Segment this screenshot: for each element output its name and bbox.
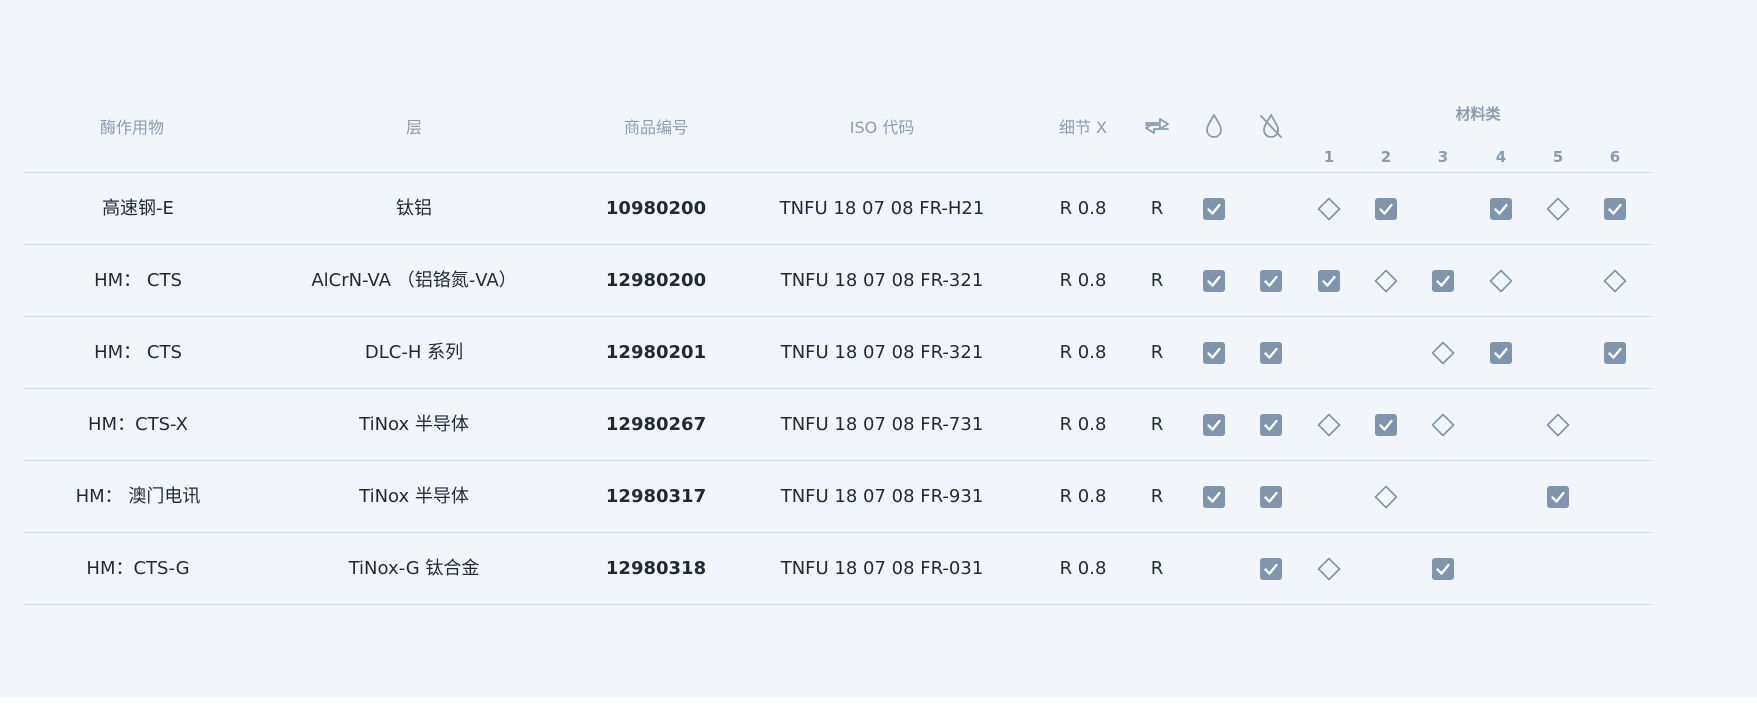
material-class-3-checked-icon	[1431, 269, 1455, 293]
table-row: HM： 澳门电讯 TiNox 半导体 12980317 TNFU 18 07 08 F…	[24, 461, 1652, 533]
material-class-4-diamond-icon	[1489, 269, 1513, 293]
tool-table: 酶作用物 层 商品编号 ISO 代码 细节 X 材料类 1 2 3 4 5 6 …	[24, 90, 1652, 605]
bottom-band	[0, 697, 1757, 706]
cell-detail: R 0.8	[1059, 486, 1107, 507]
header-detail: 细节 X	[1058, 118, 1108, 137]
cell-iso-code: TNFU 18 07 08 FR-031	[780, 558, 984, 579]
cell-workpiece: HM： CTS	[94, 342, 182, 363]
cell-detail: R 0.8	[1059, 342, 1107, 363]
header-iso: ISO 代码	[849, 118, 915, 137]
header-article: 商品编号	[623, 118, 689, 137]
cell-direction: R	[1150, 558, 1164, 579]
material-class-3: 3	[1437, 148, 1449, 166]
table-body: 高速钢-E 钛铝 10980200 TNFU 18 07 08 FR-H21 R 0.8…	[24, 173, 1652, 605]
cell-detail: R 0.8	[1059, 198, 1107, 219]
cell-article: 10980200	[605, 198, 707, 219]
material-class-1-diamond-icon	[1317, 557, 1341, 581]
material-class-5: 5	[1552, 148, 1564, 166]
cell-layer: TiNox 半导体	[359, 486, 469, 507]
no-coolant-checked-icon	[1259, 413, 1283, 437]
water-drop-icon	[1200, 112, 1228, 140]
coolant-checked-icon	[1202, 197, 1226, 221]
material-class-5-diamond-icon	[1546, 197, 1570, 221]
cell-direction: R	[1150, 198, 1164, 219]
no-coolant-checked-icon	[1259, 341, 1283, 365]
material-class-2: 2	[1380, 148, 1392, 166]
material-class-6-diamond-icon	[1603, 269, 1627, 293]
cell-iso-code: TNFU 18 07 08 FR-931	[780, 486, 984, 507]
header-workpiece: 酶作用物	[99, 118, 165, 137]
material-class-6: 6	[1609, 148, 1621, 166]
cell-iso-code: TNFU 18 07 08 FR-321	[780, 270, 984, 291]
material-class-3-diamond-icon	[1431, 413, 1455, 437]
header-layer: 层	[405, 118, 423, 137]
table-row: HM： CTS AlCrN-VA （铝铬氮-VA） 12980200 TNFU 18 …	[24, 245, 1652, 317]
swap-arrows-icon	[1143, 112, 1171, 140]
material-class-2-diamond-icon	[1374, 485, 1398, 509]
cell-detail: R 0.8	[1059, 414, 1107, 435]
table-header: 酶作用物 层 商品编号 ISO 代码 细节 X 材料类 1 2 3 4 5 6	[24, 90, 1652, 173]
material-class-6-checked-icon	[1603, 341, 1627, 365]
cell-article: 12980200	[605, 270, 707, 291]
table-row: HM：CTS-X TiNox 半导体 12980267 TNFU 18 07 08 F…	[24, 389, 1652, 461]
coolant-checked-icon	[1202, 413, 1226, 437]
material-class-1-diamond-icon	[1317, 197, 1341, 221]
material-class-4: 4	[1495, 148, 1507, 166]
cell-detail: R 0.8	[1059, 558, 1107, 579]
cell-workpiece: HM：CTS-X	[88, 414, 188, 435]
table-row: HM：CTS-G TiNox-G 钛合金 12980318 TNFU 18 07 08…	[24, 533, 1652, 605]
material-class-3-diamond-icon	[1431, 341, 1455, 365]
cell-layer: 钛铝	[396, 198, 432, 219]
material-class-2-checked-icon	[1374, 197, 1398, 221]
cell-iso-code: TNFU 18 07 08 FR-731	[780, 414, 984, 435]
material-class-1-checked-icon	[1317, 269, 1341, 293]
material-class-4-checked-icon	[1489, 341, 1513, 365]
cell-article: 12980317	[605, 486, 707, 507]
coolant-checked-icon	[1202, 485, 1226, 509]
material-class-6-checked-icon	[1603, 197, 1627, 221]
cell-iso-code: TNFU 18 07 08 FR-H21	[779, 198, 985, 219]
cell-workpiece: HM：CTS-G	[86, 558, 190, 579]
material-class-4-checked-icon	[1489, 197, 1513, 221]
material-class-5-checked-icon	[1546, 485, 1570, 509]
cell-article: 12980201	[605, 342, 707, 363]
cell-article: 12980267	[605, 414, 707, 435]
material-class-2-checked-icon	[1374, 413, 1398, 437]
material-class-3-checked-icon	[1431, 557, 1455, 581]
cell-layer: DLC-H 系列	[364, 342, 464, 363]
material-class-1-diamond-icon	[1317, 413, 1341, 437]
table-row: 高速钢-E 钛铝 10980200 TNFU 18 07 08 FR-H21 R 0.8…	[24, 173, 1652, 245]
coolant-checked-icon	[1202, 341, 1226, 365]
no-coolant-checked-icon	[1259, 485, 1283, 509]
cell-workpiece: HM： 澳门电讯	[75, 486, 201, 507]
material-class-1: 1	[1323, 148, 1335, 166]
no-coolant-checked-icon	[1259, 557, 1283, 581]
cell-direction: R	[1150, 414, 1164, 435]
cell-workpiece: 高速钢-E	[102, 198, 174, 219]
cell-detail: R 0.8	[1059, 270, 1107, 291]
no-coolant-checked-icon	[1259, 269, 1283, 293]
cell-layer: AlCrN-VA （铝铬氮-VA）	[311, 270, 517, 291]
cell-direction: R	[1150, 270, 1164, 291]
cell-article: 12980318	[605, 558, 707, 579]
header-material-class: 材料类	[1455, 105, 1501, 123]
material-class-5-diamond-icon	[1546, 413, 1570, 437]
cell-iso-code: TNFU 18 07 08 FR-321	[780, 342, 984, 363]
material-class-2-diamond-icon	[1374, 269, 1398, 293]
no-water-drop-icon	[1257, 112, 1285, 140]
cell-direction: R	[1150, 342, 1164, 363]
table-row: HM： CTS DLC-H 系列 12980201 TNFU 18 07 08 FR-…	[24, 317, 1652, 389]
cell-layer: TiNox 半导体	[359, 414, 469, 435]
cell-workpiece: HM： CTS	[94, 270, 182, 291]
cell-layer: TiNox-G 钛合金	[348, 558, 480, 579]
cell-direction: R	[1150, 486, 1164, 507]
coolant-checked-icon	[1202, 269, 1226, 293]
